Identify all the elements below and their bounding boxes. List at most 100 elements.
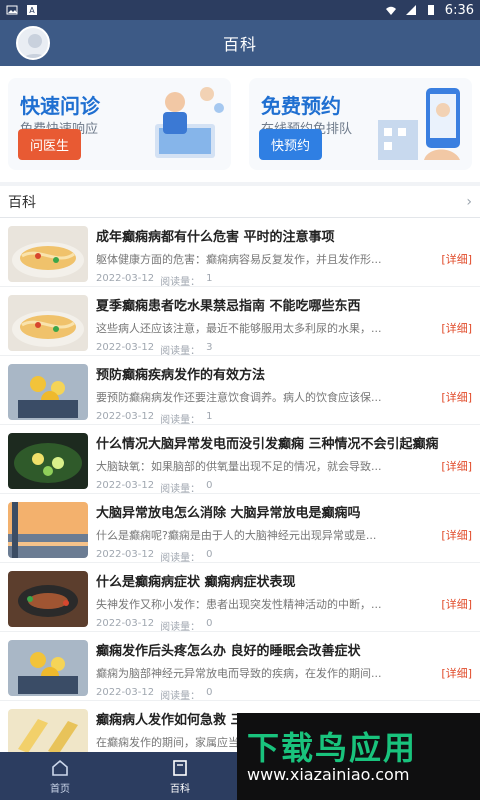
article-content: 预防癫痫疾病发作的有效方法 要预防癫痫病发作还要注意饮食调养。病人的饮食应该保.… [96, 364, 472, 426]
article-meta: 2022-03-12 阅读量： 1 [96, 273, 472, 288]
article-meta: 2022-03-12 阅读量： 3 [96, 342, 472, 357]
detail-link[interactable]: [详细] [441, 251, 472, 267]
article-date: 2022-03-12 [96, 480, 155, 491]
article-title[interactable]: 什么是癫痫病症状 癫痫病症状表现 [96, 571, 472, 590]
article-summary: 这些病人还应该注意，最近不能够服用太多利尿的水果，... [详细] [96, 320, 472, 336]
appointment-banner[interactable]: 免费预约 在线预约免排队 快预约 [249, 78, 472, 170]
article-title[interactable]: 大脑异常放电怎么消除 大脑异常放电是癫痫吗 [96, 502, 472, 521]
article-date: 2022-03-12 [96, 618, 155, 629]
status-left: A [6, 4, 38, 16]
article-title[interactable]: 癫痫发作后头疼怎么办 良好的睡眠会改善症状 [96, 640, 472, 659]
noodles-image-icon [8, 226, 88, 282]
reads-count: 1 [206, 411, 213, 422]
article-date: 2022-03-12 [96, 273, 155, 284]
status-bar: A 6:36 [0, 0, 480, 20]
banner-row: 快速问诊 免费快速响应 问医生 免费预约 在线预约免排队 快预约 [0, 66, 480, 182]
reads-label: 阅读量： [160, 277, 201, 288]
flowers-image-icon [8, 364, 88, 420]
chevron-right-icon[interactable]: › [466, 194, 472, 210]
article-content: 大脑异常放电怎么消除 大脑异常放电是癫痫吗 什么是癫痫呢?癫痫是由于人的大脑神经… [96, 502, 472, 564]
article-thumbnail [8, 364, 88, 420]
list-item[interactable]: 大脑异常放电怎么消除 大脑异常放电是癫痫吗 什么是癫痫呢?癫痫是由于人的大脑神经… [0, 494, 480, 564]
watermark-logo: 下载鸟应用 [247, 729, 418, 767]
appointment-banner-title: 免费预约 [261, 94, 341, 118]
detail-link[interactable]: [详细] [441, 596, 472, 612]
watermark-url: www.xiazainiao.com [247, 765, 410, 784]
tab-encyclopedia[interactable]: 百科 [120, 752, 240, 800]
book-icon [173, 759, 187, 776]
section-header[interactable]: 百科 › [0, 186, 480, 218]
wifi-icon [385, 6, 396, 15]
detail-link[interactable]: [详细] [441, 320, 472, 336]
article-thumbnail [8, 433, 88, 489]
signal-icon [405, 5, 416, 15]
list-item[interactable]: 什么情况大脑异常发电而没引发癫痫 三种情况不会引起癫痫 大脑缺氧：如果脑部的供氧… [0, 425, 480, 495]
article-title[interactable]: 什么情况大脑异常发电而没引发癫痫 三种情况不会引起癫痫 [96, 433, 472, 452]
status-right: 6:36 [385, 3, 474, 18]
fish-image-icon [8, 571, 88, 627]
avatar[interactable] [16, 26, 50, 60]
reads-count: 0 [206, 549, 213, 560]
encyclopedia-section: 百科 › 成年癫痫病都有什么危害 平时的注意事项 躯体健康方面的危害：癫痫病容易… [0, 186, 480, 770]
article-title[interactable]: 预防癫痫疾病发作的有效方法 [96, 364, 472, 383]
svg-text:A: A [29, 6, 35, 15]
article-date: 2022-03-12 [96, 687, 155, 698]
tab-encyclopedia-label: 百科 [170, 783, 190, 795]
reads-label: 阅读量： [160, 415, 201, 426]
list-item[interactable]: 癫痫发作后头疼怎么办 良好的睡眠会改善症状 癫痫为脑部神经元异常放电而导致的疾病… [0, 632, 480, 702]
article-thumbnail [8, 295, 88, 351]
article-summary-text: 失神发作又称小发作：患者出现突发性精神活动的中断，... [96, 598, 382, 611]
reads-label: 阅读量： [160, 622, 201, 633]
article-list: 成年癫痫病都有什么危害 平时的注意事项 躯体健康方面的危害：癫痫病容易反复发作，… [0, 218, 480, 770]
detail-link[interactable]: [详细] [441, 665, 472, 681]
article-summary-text: 大脑缺氧：如果脑部的供氧量出现不足的情况，就会导致... [96, 460, 382, 473]
article-content: 什么是癫痫病症状 癫痫病症状表现 失神发作又称小发作：患者出现突发性精神活动的中… [96, 571, 472, 633]
detail-link[interactable]: [详细] [441, 458, 472, 474]
noodles-image-icon [8, 295, 88, 351]
list-item[interactable]: 夏季癫痫患者吃水果禁忌指南 不能吃哪些东西 这些病人还应该注意，最近不能够服用太… [0, 287, 480, 357]
reads-count: 1 [206, 273, 213, 284]
section-title: 百科 [8, 194, 36, 211]
gallery-icon [6, 5, 18, 15]
book-now-button[interactable]: 快预约 [259, 129, 323, 160]
reads-count: 0 [206, 687, 213, 698]
article-thumbnail [8, 571, 88, 627]
article-title[interactable]: 成年癫痫病都有什么危害 平时的注意事项 [96, 226, 472, 245]
watermark-overlay: 下载鸟应用 www.xiazainiao.com [237, 713, 480, 800]
article-summary-text: 什么是癫痫呢?癫痫是由于人的大脑神经元出现异常或是... [96, 529, 377, 542]
article-date: 2022-03-12 [96, 549, 155, 560]
detail-link[interactable]: [详细] [441, 527, 472, 543]
flowers-image-icon [8, 640, 88, 696]
ask-doctor-button[interactable]: 问医生 [18, 129, 82, 160]
article-content: 夏季癫痫患者吃水果禁忌指南 不能吃哪些东西 这些病人还应该注意，最近不能够服用太… [96, 295, 472, 357]
article-meta: 2022-03-12 阅读量： 0 [96, 549, 472, 564]
reads-count: 3 [206, 342, 213, 353]
article-date: 2022-03-12 [96, 342, 155, 353]
list-item[interactable]: 预防癫痫疾病发作的有效方法 要预防癫痫病发作还要注意饮食调养。病人的饮食应该保.… [0, 356, 480, 426]
article-thumbnail [8, 226, 88, 282]
sunset-image-icon [8, 502, 88, 558]
reads-label: 阅读量： [160, 691, 201, 702]
reads-label: 阅读量： [160, 553, 201, 564]
article-summary: 失神发作又称小发作：患者出现突发性精神活动的中断，... [详细] [96, 596, 472, 612]
article-content: 癫痫发作后头疼怎么办 良好的睡眠会改善症状 癫痫为脑部神经元异常放电而导致的疾病… [96, 640, 472, 702]
detail-link[interactable]: [详细] [441, 389, 472, 405]
app-bar: 百科 [0, 20, 480, 66]
article-meta: 2022-03-12 阅读量： 0 [96, 687, 472, 702]
list-item[interactable]: 成年癫痫病都有什么危害 平时的注意事项 躯体健康方面的危害：癫痫病容易反复发作，… [0, 218, 480, 288]
article-summary-text: 癫痫为脑部神经元异常放电而导致的疾病，在发作的期间... [96, 667, 382, 680]
article-meta: 2022-03-12 阅读量： 0 [96, 480, 472, 495]
article-thumbnail [8, 640, 88, 696]
article-summary: 大脑缺氧：如果脑部的供氧量出现不足的情况，就会导致... [详细] [96, 458, 472, 474]
article-date: 2022-03-12 [96, 411, 155, 422]
reads-label: 阅读量： [160, 346, 201, 357]
tab-home[interactable]: 首页 [0, 752, 120, 800]
article-meta: 2022-03-12 阅读量： 1 [96, 411, 472, 426]
salad-image-icon [8, 433, 88, 489]
list-item[interactable]: 什么是癫痫病症状 癫痫病症状表现 失神发作又称小发作：患者出现突发性精神活动的中… [0, 563, 480, 633]
reads-count: 0 [206, 618, 213, 629]
article-summary-text: 躯体健康方面的危害：癫痫病容易反复发作，并且发作形... [96, 253, 382, 266]
consult-banner[interactable]: 快速问诊 免费快速响应 问医生 [8, 78, 231, 170]
article-title[interactable]: 夏季癫痫患者吃水果禁忌指南 不能吃哪些东西 [96, 295, 472, 314]
reads-label: 阅读量： [160, 484, 201, 495]
